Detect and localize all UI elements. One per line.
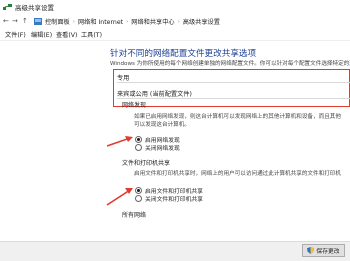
footer-bar — [0, 241, 350, 261]
arrow-network-discovery — [106, 137, 131, 147]
save-changes-button[interactable]: 保存更改 — [302, 244, 345, 257]
save-changes-label: 保存更改 — [316, 249, 340, 255]
annotation-arrows — [106, 136, 133, 206]
arrow-file-sharing — [106, 189, 131, 206]
shield-icon — [307, 247, 315, 254]
